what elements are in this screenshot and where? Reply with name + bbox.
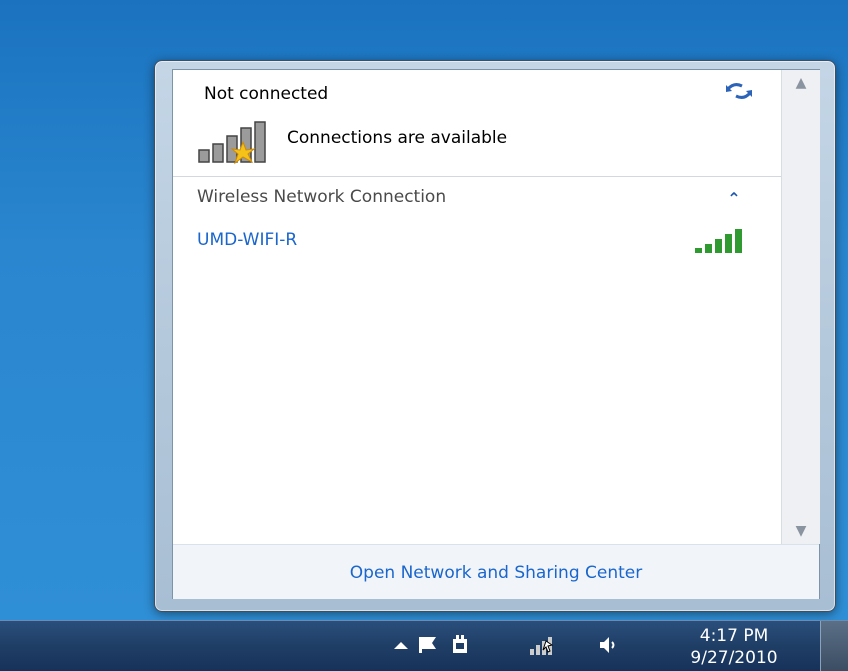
flyout-scrollbar[interactable]: ▲ ▼ (781, 70, 820, 544)
show-hidden-icons-icon[interactable] (388, 633, 414, 657)
network-flyout-panel: Not connected Connections are available … (172, 69, 820, 599)
network-icon[interactable] (528, 633, 560, 657)
signal-bars-star-icon (198, 121, 266, 165)
section-divider (173, 176, 781, 177)
clock-date: 9/27/2010 (690, 648, 778, 668)
network-item-name[interactable]: UMD-WIFI-R (197, 230, 297, 250)
wifi-signal-icon (695, 229, 742, 253)
power-icon[interactable] (448, 633, 474, 657)
flyout-footer: Open Network and Sharing Center (173, 544, 819, 599)
chevron-up-icon[interactable]: ⌃ (722, 186, 746, 208)
show-desktop-button[interactable] (820, 621, 848, 671)
taskbar: 4:17 PM 9/27/2010 (0, 620, 848, 671)
flyout-content: Not connected Connections are available … (173, 70, 781, 544)
taskbar-clock[interactable]: 4:17 PM 9/27/2010 (664, 625, 804, 669)
refresh-arrows-icon[interactable] (724, 80, 754, 102)
wireless-section-title: Wireless Network Connection (197, 187, 447, 207)
volume-icon[interactable] (596, 633, 622, 657)
clock-time: 4:17 PM (699, 626, 769, 646)
connections-available-text: Connections are available (287, 128, 508, 148)
scroll-up-icon[interactable]: ▲ (782, 70, 820, 96)
open-network-sharing-center-link[interactable]: Open Network and Sharing Center (173, 545, 819, 599)
connection-status-title: Not connected (204, 84, 329, 104)
action-center-flag-icon[interactable] (416, 633, 442, 657)
scroll-down-icon[interactable]: ▼ (782, 518, 820, 544)
